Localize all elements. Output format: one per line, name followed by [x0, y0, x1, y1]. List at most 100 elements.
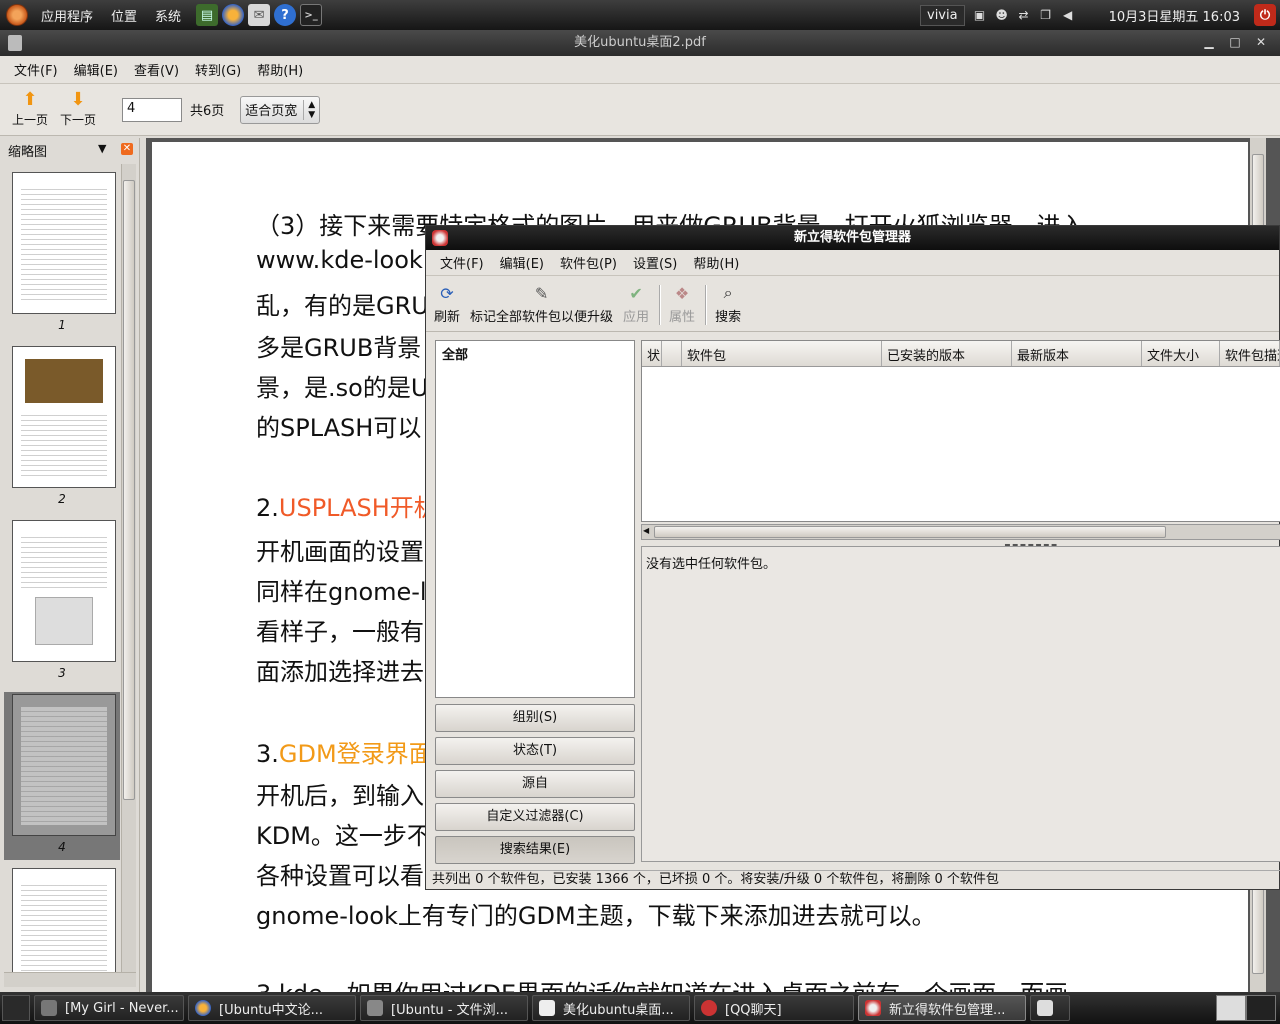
- search-button[interactable]: ⌕ 搜索: [715, 282, 741, 325]
- task-button-synaptic[interactable]: 新立得软件包管理...: [858, 995, 1026, 1021]
- package-table-hscrollbar[interactable]: ◀: [641, 524, 1280, 540]
- viewer-menu-file[interactable]: 文件(F): [6, 60, 66, 79]
- next-page-button[interactable]: ⬇ 下一页: [56, 91, 100, 128]
- task-label: 美化ubuntu桌面...: [563, 1002, 674, 1018]
- help-launcher-icon[interactable]: ?: [274, 4, 297, 26]
- search-icon: ⌕: [723, 283, 733, 302]
- zoom-select[interactable]: 适合页宽 ▲ ▼: [240, 95, 321, 124]
- col-status[interactable]: 状: [642, 341, 662, 366]
- thumbnail-page-4[interactable]: [12, 694, 116, 836]
- thumbnail-page-5[interactable]: [12, 868, 116, 972]
- task-button-file-browser[interactable]: [Ubuntu - 文件浏...: [360, 995, 528, 1021]
- mail-launcher-icon[interactable]: ✉: [248, 4, 271, 26]
- viewer-titlebar[interactable]: 美化ubuntu桌面2.pdf ▁ □ ✕: [0, 30, 1280, 56]
- doc-heading-number: 2.: [256, 494, 279, 522]
- workspace-1[interactable]: [1216, 995, 1246, 1021]
- thumbnail-page-1[interactable]: [12, 172, 116, 314]
- package-table[interactable]: 状 软件包 已安装的版本 最新版本 文件大小 软件包描述: [641, 340, 1280, 522]
- synaptic-menu-edit[interactable]: 编辑(E): [492, 253, 552, 272]
- close-icon[interactable]: ✕: [1248, 33, 1274, 51]
- page-number-input[interactable]: 4: [122, 97, 182, 122]
- system-monitor-launcher-icon[interactable]: ▤: [196, 4, 219, 26]
- package-description-pane: 没有选中任何软件包。: [641, 546, 1280, 862]
- col-support[interactable]: [662, 341, 682, 366]
- filter-item-all[interactable]: 全部: [436, 341, 634, 366]
- workspace-switcher[interactable]: [1216, 995, 1276, 1021]
- synaptic-menu-file[interactable]: 文件(F): [432, 253, 492, 272]
- ubuntu-logo-icon[interactable]: [6, 4, 28, 26]
- task-button-browser[interactable]: [Ubuntu中文论...: [188, 995, 356, 1021]
- scroll-left-icon[interactable]: ◀: [643, 526, 649, 535]
- filter-search-results-button[interactable]: 搜索结果(E): [435, 836, 635, 864]
- maximize-icon[interactable]: □: [1222, 33, 1248, 51]
- window-list-icon[interactable]: ❐: [1038, 7, 1054, 23]
- toolbar-separator: [659, 285, 662, 325]
- thumbnail-page-3[interactable]: [12, 520, 116, 662]
- volume-icon[interactable]: ◀: [1060, 7, 1076, 23]
- thumbnail-image: [35, 597, 93, 645]
- window-menu-icon[interactable]: [8, 35, 22, 51]
- minimize-icon[interactable]: ▁: [1196, 33, 1222, 51]
- sidebar-horizontal-scrollbar[interactable]: [4, 972, 136, 987]
- col-installed-version[interactable]: 已安装的版本: [882, 341, 1012, 366]
- synaptic-menu-help[interactable]: 帮助(H): [685, 253, 747, 272]
- synaptic-menu-package[interactable]: 软件包(P): [552, 253, 625, 272]
- synaptic-titlebar[interactable]: 新立得软件包管理器: [426, 226, 1279, 250]
- filter-sections-button[interactable]: 组别(S): [435, 704, 635, 732]
- menu-applications[interactable]: 应用程序: [32, 6, 102, 25]
- prev-page-button[interactable]: ⬆ 上一页: [8, 91, 52, 128]
- col-package[interactable]: 软件包: [682, 341, 882, 366]
- thumbnail-list[interactable]: 1 2 3 4: [4, 164, 120, 972]
- properties-button[interactable]: ❖ 属性: [669, 282, 696, 326]
- doc-text-line: 开机后，到输入: [256, 782, 424, 810]
- task-button-qq[interactable]: [QQ聊天]: [694, 995, 854, 1021]
- col-size[interactable]: 文件大小: [1142, 341, 1220, 366]
- chevron-down-icon[interactable]: ▼: [98, 142, 106, 155]
- apply-button[interactable]: ✔ 应用: [623, 282, 649, 326]
- col-latest-version[interactable]: 最新版本: [1012, 341, 1142, 366]
- filter-origin-button[interactable]: 源自: [435, 770, 635, 798]
- task-button-music[interactable]: [My Girl - Never...: [34, 995, 184, 1021]
- power-icon[interactable]: ⏻: [1254, 4, 1276, 26]
- viewer-menu-help[interactable]: 帮助(H): [249, 60, 311, 79]
- clock[interactable]: 10月3日星期五 16:03: [1109, 6, 1240, 25]
- mark-all-upgrades-button[interactable]: ✎ 标记全部软件包以便升级: [470, 282, 613, 326]
- firefox-launcher-icon[interactable]: [222, 4, 245, 26]
- col-description[interactable]: 软件包描述: [1220, 341, 1280, 366]
- sidebar-vertical-scrollbar[interactable]: [121, 164, 136, 972]
- menu-places[interactable]: 位置: [102, 6, 146, 25]
- scroll-thumb[interactable]: [123, 180, 135, 800]
- doc-text-line: KDM。这一步不: [256, 822, 431, 850]
- thumbnail-label: 1: [58, 318, 66, 332]
- user-switcher[interactable]: vivia: [920, 4, 965, 26]
- synaptic-app-icon[interactable]: [432, 230, 448, 246]
- workspace-2[interactable]: [1246, 995, 1276, 1021]
- sidebar-close-icon[interactable]: ✕: [121, 143, 133, 155]
- viewer-menu-view[interactable]: 查看(V): [126, 60, 187, 79]
- refresh-button[interactable]: ⟳ 刷新: [434, 282, 460, 326]
- sidebar-title: 缩略图: [8, 144, 48, 160]
- menu-system[interactable]: 系统: [146, 6, 190, 25]
- tray-app-icon[interactable]: ▣: [972, 7, 988, 23]
- scroll-thumb[interactable]: [654, 526, 1166, 538]
- thumbnail-page-2[interactable]: [12, 346, 116, 488]
- network-icon[interactable]: ⇄: [1016, 7, 1032, 23]
- qq-tray-icon[interactable]: ☻: [994, 7, 1010, 23]
- viewer-menu-go[interactable]: 转到(G): [187, 60, 249, 79]
- task-button-pdf-viewer[interactable]: 美化ubuntu桌面...: [532, 995, 690, 1021]
- properties-label: 属性: [669, 310, 696, 325]
- filter-list[interactable]: 全部: [435, 340, 635, 698]
- doc-heading-text: USPLASH开机: [278, 494, 438, 522]
- filter-status-button[interactable]: 状态(T): [435, 737, 635, 765]
- terminal-launcher-icon[interactable]: >_: [300, 4, 323, 26]
- task-label: 新立得软件包管理...: [889, 1002, 1006, 1018]
- sidebar-header[interactable]: 缩略图 ▼ ✕: [0, 138, 139, 162]
- synaptic-menu-settings[interactable]: 设置(S): [625, 253, 685, 272]
- doc-text-line: 景，是.so的是U: [256, 374, 429, 402]
- show-desktop-button[interactable]: [2, 995, 30, 1021]
- checkmark-icon: ✔: [629, 283, 643, 303]
- viewer-menu-edit[interactable]: 编辑(E): [66, 60, 126, 79]
- task-button-extra[interactable]: [1030, 995, 1070, 1021]
- search-label: 搜索: [715, 310, 742, 325]
- filter-custom-button[interactable]: 自定义过滤器(C): [435, 803, 635, 831]
